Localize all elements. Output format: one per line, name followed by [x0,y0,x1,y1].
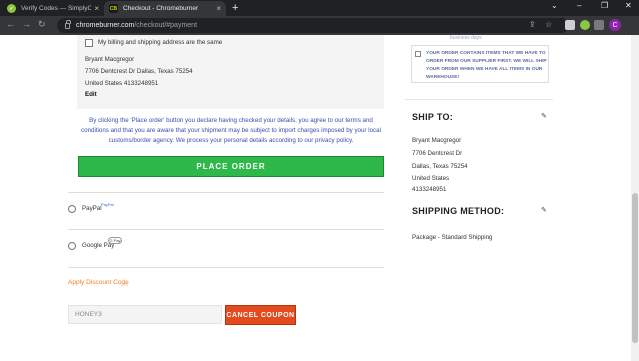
reload-icon[interactable]: ↻ [38,19,46,30]
billing-edit-link[interactable]: Edit [85,91,97,98]
close-tab-icon[interactable]: × [216,4,221,13]
divider [68,229,384,230]
back-icon[interactable]: ← [6,19,15,29]
url-path: /checkout/#payment [134,22,198,29]
tab-verify-codes[interactable]: ✓ Verify Codes — SimplyCodes × [2,1,104,16]
new-tab-button[interactable]: + [232,2,238,14]
checkmark-favicon-icon: ✓ [7,4,16,13]
same-address-checkbox[interactable] [85,39,93,47]
discount-code-input[interactable] [68,305,222,324]
minimize-icon[interactable]: – [577,1,581,10]
order-disclaimer: By clicking the 'Place order' button you… [81,117,381,144]
bookmark-star-icon[interactable]: ☆ [545,20,552,29]
ship-to-heading: SHIP TO: [412,112,454,122]
edit-pencil-icon[interactable]: ✎ [541,112,547,120]
forward-icon[interactable]: → [22,19,31,29]
tab-title: Checkout - Chromeburner [123,5,199,12]
notice-checkbox-icon [415,51,421,57]
ship-to-city: Dallas, Texas 75254 [412,163,468,170]
tab-search-icon[interactable]: ⌄ [551,1,558,10]
backorder-notice-text: YOUR ORDER CONTAINS ITEMS THAT WE HAVE T… [426,51,547,80]
same-address-label: My billing and shipping address are the … [98,39,223,46]
close-tab-icon[interactable]: × [94,4,99,13]
tab-checkout[interactable]: CB Checkout - Chromeburner × [104,1,226,16]
billing-name: Bryant Macgregor [85,56,135,63]
cancel-coupon-button[interactable]: CANCEL COUPON [225,305,296,325]
divider [68,192,384,193]
paypal-label: PayPal [82,205,102,212]
address-bar[interactable]: chromeburner.com/checkout/#payment ⇪ ☆ [57,18,569,33]
chevron-up-icon[interactable]: ︿ [121,278,128,288]
billing-street: 7706 Dentcrest Dr Dallas, Texas 75254 [85,68,193,75]
paypal-radio[interactable] [68,205,76,213]
browser-toolbar: ← → ↻ chromeburner.com/checkout/#payment… [0,16,639,35]
profile-avatar[interactable]: C [609,19,621,31]
apply-discount-toggle[interactable]: Apply Discount Code [68,279,129,286]
paypal-logo: PayPal [101,202,114,207]
share-icon[interactable]: ⇪ [529,20,536,29]
billing-country-phone: United States 4133248951 [85,80,159,87]
divider [405,99,553,100]
divider [68,267,384,268]
backorder-notice: YOUR ORDER CONTAINS ITEMS THAT WE HAVE T… [411,45,549,83]
delivery-time-text: business days [450,35,482,41]
simplycodes-extension-icon[interactable] [580,20,590,30]
page-scrollbar[interactable] [631,35,639,361]
ship-to-name: Bryant Macgregor [412,137,462,144]
ship-to-street: 7706 Dentcrest Dr [412,150,463,157]
google-pay-radio[interactable] [68,242,76,250]
chromeburner-favicon-icon: CB [109,4,118,13]
place-order-button[interactable]: PLACE ORDER [78,156,384,177]
checkout-page: My billing and shipping address are the … [0,35,639,361]
edit-pencil-icon[interactable]: ✎ [541,206,547,214]
restore-icon[interactable]: ❐ [601,1,608,10]
extension-icon[interactable] [565,20,575,30]
lock-icon[interactable] [65,19,71,29]
extensions-puzzle-icon[interactable] [594,20,604,30]
tab-title: Verify Codes — SimplyCodes [21,5,92,12]
google-pay-badge: G Pay [108,237,122,244]
browser-tab-strip: ✓ Verify Codes — SimplyCodes × CB Checko… [0,0,639,16]
scrollbar-thumb[interactable] [632,193,638,343]
shipping-method-value: Package - Standard Shipping [412,234,493,241]
ship-to-country: United States [412,175,450,182]
close-window-icon[interactable]: ✕ [625,1,632,10]
url-host: chromeburner.com [76,22,135,29]
ship-to-phone: 4133248951 [412,186,447,193]
shipping-method-heading: SHIPPING METHOD: [412,206,505,216]
